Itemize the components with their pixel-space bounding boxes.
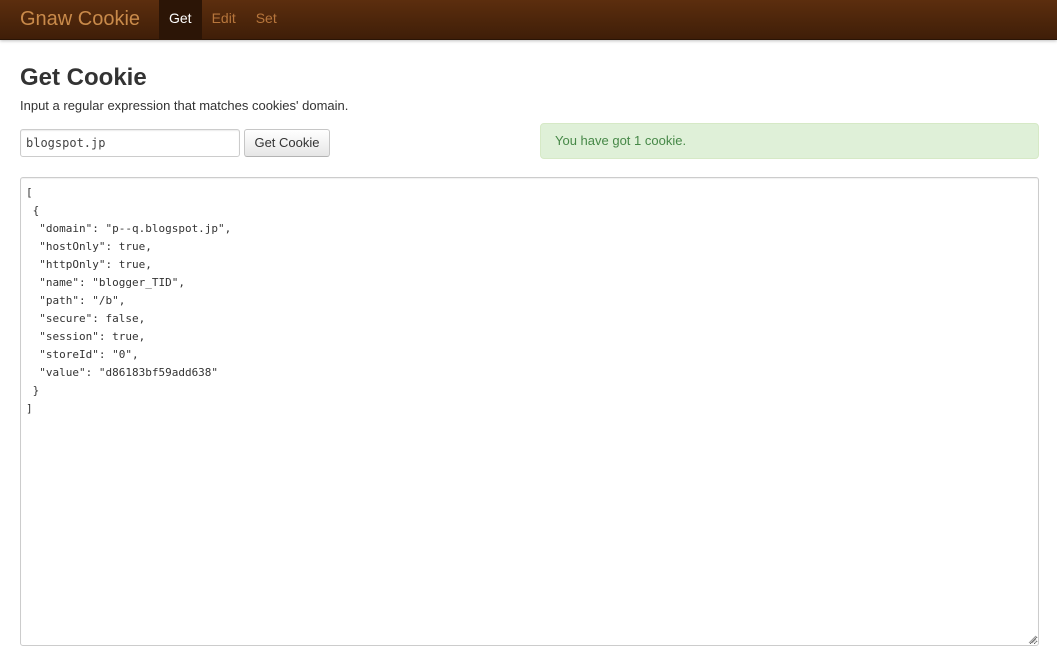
- nav-item-get[interactable]: Get: [159, 0, 202, 40]
- nav-item-set[interactable]: Set: [246, 0, 287, 40]
- navbar: Gnaw Cookie Get Edit Set: [0, 0, 1057, 40]
- success-alert: You have got 1 cookie.: [540, 123, 1039, 159]
- brand-link[interactable]: Gnaw Cookie: [20, 7, 140, 31]
- nav-menu: Get Edit Set: [159, 0, 287, 40]
- page-title: Get Cookie: [20, 64, 147, 91]
- cookie-output-textarea[interactable]: [ { "domain": "p--q.blogspot.jp", "hostO…: [20, 177, 1039, 646]
- resize-grip-icon[interactable]: [1027, 634, 1037, 644]
- nav-item-edit[interactable]: Edit: [202, 0, 246, 40]
- get-cookie-button[interactable]: Get Cookie: [244, 129, 330, 157]
- domain-regex-input[interactable]: [20, 129, 240, 157]
- page-subtitle: Input a regular expression that matches …: [20, 98, 349, 113]
